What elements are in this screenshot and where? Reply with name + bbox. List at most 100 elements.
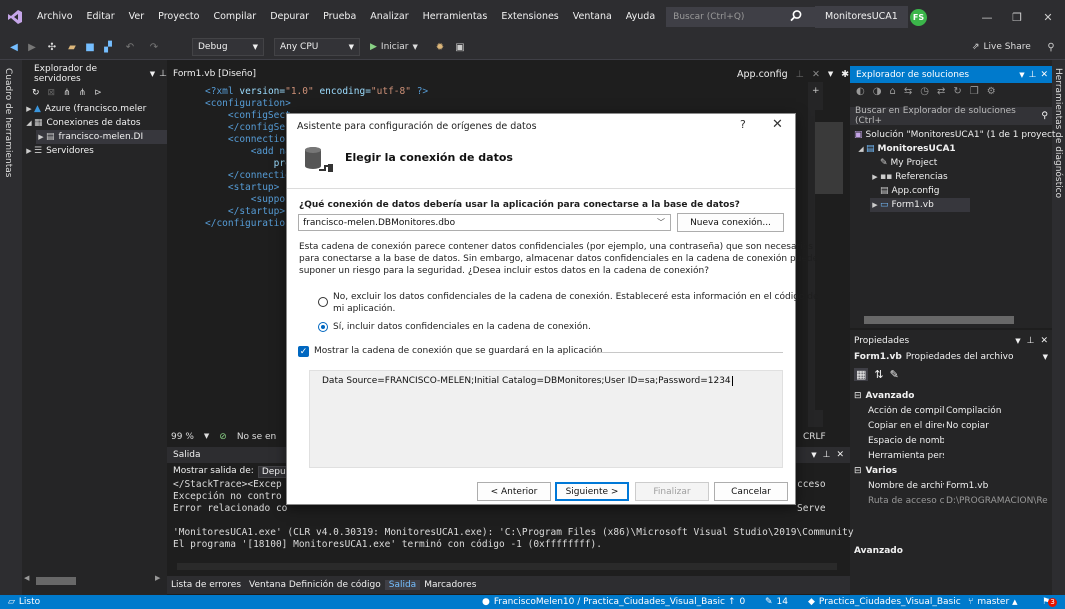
close-icon[interactable]: ✕ xyxy=(1040,336,1048,346)
code-line-10[interactable]: <suppor xyxy=(205,194,291,206)
back-icon[interactable]: ◐ xyxy=(856,86,865,97)
pin-icon[interactable]: ⊥ xyxy=(1027,336,1035,346)
code-line-7[interactable]: prov xyxy=(205,158,297,170)
property-pages-icon[interactable]: ✎ xyxy=(890,368,899,381)
redo-icon[interactable]: ↷ xyxy=(146,39,162,55)
pin-icon[interactable]: ⊥ xyxy=(1029,70,1037,80)
category-varios[interactable]: ⊟ Varios xyxy=(850,464,1052,478)
editor-minimap[interactable] xyxy=(815,110,845,410)
menu-herramientas[interactable]: Herramientas xyxy=(416,0,495,34)
chevron-down-icon[interactable]: ▼ xyxy=(150,70,155,78)
close-icon[interactable]: ✕ xyxy=(812,69,820,80)
new-connection-button[interactable]: Nueva conexión... xyxy=(677,213,784,232)
property-row[interactable]: Nombre de archivoForm1.vb xyxy=(850,479,1052,493)
live-share-button[interactable]: ⇗ Live Share xyxy=(972,39,1031,55)
finish-button[interactable]: Finalizar xyxy=(635,482,709,501)
start-button[interactable]: ▶ Iniciar ▼ xyxy=(370,39,418,55)
horizontal-scrollbar[interactable] xyxy=(864,316,1014,324)
pin-icon[interactable]: ⊥ xyxy=(159,69,167,79)
tree-item-form1[interactable]: ▶ ▭ Form1.vb xyxy=(870,198,970,212)
property-row[interactable]: Espacio de nombres xyxy=(850,434,1052,448)
connection-string-box[interactable]: Data Source=FRANCISCO-MELEN;Initial Cata… xyxy=(309,370,783,468)
solution-search-input[interactable]: Buscar en Explorador de soluciones (Ctrl… xyxy=(850,106,1052,126)
tree-item-references[interactable]: ▶ ▪▪ Referencias xyxy=(870,170,947,184)
code-line-3[interactable]: <configSect xyxy=(205,110,291,122)
menu-editar[interactable]: Editar xyxy=(80,0,122,34)
copy-icon[interactable]: ❐ xyxy=(970,86,979,97)
save-all-icon[interactable]: ▞ xyxy=(100,39,116,55)
code-line-4[interactable]: </configSect xyxy=(205,122,297,134)
menu-prueba[interactable]: Prueba xyxy=(316,0,363,34)
forward-icon[interactable]: ▶ xyxy=(24,39,40,55)
categorized-icon[interactable]: ▦ xyxy=(854,368,869,381)
back-button[interactable]: < Anterior xyxy=(477,482,551,501)
connect-db-icon[interactable]: ⋔ xyxy=(63,88,71,98)
zoom-level[interactable]: 99 % xyxy=(171,432,194,442)
property-row[interactable]: Ruta de acceso comD:\PROGRAMACION\Re xyxy=(850,494,1052,508)
tab-code-definition[interactable]: Ventana Definición de código xyxy=(245,580,385,590)
menu-extensiones[interactable]: Extensiones xyxy=(494,0,565,34)
tree-item-project[interactable]: ◢ ▤ MonitoresUCA1 xyxy=(856,142,955,156)
new-project-icon[interactable]: ✣ xyxy=(44,39,60,55)
cancel-button[interactable]: Cancelar xyxy=(714,482,788,501)
code-line-9[interactable]: <startup> xyxy=(205,182,279,194)
refresh-icon[interactable]: ↻ xyxy=(32,88,40,98)
code-line-6[interactable]: <add nam xyxy=(205,146,297,158)
tree-item-connection[interactable]: ▶ ▤ francisco-melen.DI xyxy=(36,130,167,144)
chevron-down-icon[interactable]: ▼ xyxy=(1015,337,1020,345)
menu-ver[interactable]: Ver xyxy=(122,0,152,34)
category-avanzado[interactable]: ⊟ Avanzado xyxy=(850,389,1052,403)
tab-form1-design[interactable]: Form1.vb [Diseño] xyxy=(167,66,256,82)
scroll-right-icon[interactable]: ▶ xyxy=(155,574,160,582)
gear-icon[interactable]: ✱ xyxy=(841,69,849,80)
tree-item-data-connections[interactable]: ◢ ▦ Conexiones de datos xyxy=(24,116,140,130)
menu-analizar[interactable]: Analizar xyxy=(363,0,415,34)
stop-icon[interactable]: ⊠ xyxy=(48,88,56,98)
tree-item-solution[interactable]: ▣ Solución "MonitoresUCA1" (1 de 1 proyec… xyxy=(854,128,1055,142)
minimap-viewport[interactable] xyxy=(815,122,843,194)
switch-views-icon[interactable]: ⇆ xyxy=(904,86,912,97)
scroll-left-icon[interactable]: ◀ xyxy=(24,574,29,582)
option-exclude-label[interactable]: No, excluir los datos confidenciales de … xyxy=(333,292,819,302)
properties-subject[interactable]: Form1.vb Propiedades del archivo ▼ xyxy=(850,350,1052,364)
tab-app-config[interactable]: App.config ⊥ ✕ ▼ ✱ xyxy=(737,66,849,82)
menu-ayuda[interactable]: Ayuda xyxy=(619,0,662,34)
home-icon[interactable]: ⌂ xyxy=(889,86,895,97)
toolbox-strip[interactable]: Cuadro de herramientas xyxy=(0,60,22,595)
menu-archivo[interactable]: Archivo xyxy=(30,0,80,34)
close-icon[interactable]: ✕ xyxy=(1040,70,1048,80)
output-horizontal-scrollbar[interactable] xyxy=(177,563,837,570)
menu-depurar[interactable]: Depurar xyxy=(263,0,316,34)
property-row[interactable]: Acción de compilacCompilación xyxy=(850,404,1052,418)
close-icon[interactable]: ✕ xyxy=(836,450,844,460)
alphabetical-icon[interactable]: ⇅ xyxy=(874,368,883,381)
search-icon[interactable] xyxy=(789,9,803,23)
code-line-12[interactable]: </configuration> xyxy=(205,218,297,230)
pin-icon[interactable]: ⊥ xyxy=(823,450,831,460)
save-icon[interactable]: ■ xyxy=(82,39,98,55)
code-line-2[interactable]: <configuration> xyxy=(205,98,291,110)
code-line-1[interactable]: <?xml version="1.0" encoding="utf-8" ?> xyxy=(205,86,428,98)
menu-compilar[interactable]: Compilar xyxy=(206,0,263,34)
configuration-combo[interactable]: Debug ▼ xyxy=(192,38,264,56)
tab-bookmarks[interactable]: Marcadores xyxy=(420,580,480,590)
properties-icon[interactable]: ⚙ xyxy=(987,86,996,97)
platform-combo[interactable]: Any CPU ▼ xyxy=(274,38,360,56)
code-line-5[interactable]: <connection xyxy=(205,134,291,146)
chevron-down-icon[interactable]: ▼ xyxy=(1019,71,1024,79)
tab-output[interactable]: Salida xyxy=(384,580,421,590)
radio-include-sensitive[interactable] xyxy=(318,322,328,332)
code-line-11[interactable]: </startup> xyxy=(205,206,285,218)
repository-project[interactable]: ◆ Practica_Ciudades_Visual_Basic xyxy=(808,595,961,609)
search-icon[interactable]: ⚲ xyxy=(1041,111,1048,121)
chevron-down-icon[interactable]: ▼ xyxy=(204,432,209,442)
property-row[interactable]: Copiar en el directoNo copiar xyxy=(850,419,1052,433)
search-box[interactable]: Buscar (Ctrl+Q) xyxy=(666,7,837,27)
pin-icon[interactable]: ⊥ xyxy=(796,69,804,80)
menu-ventana[interactable]: Ventana xyxy=(566,0,619,34)
show-connection-string-label[interactable]: Mostrar la cadena de conexión que se gua… xyxy=(314,346,603,356)
history-icon[interactable]: ◷ xyxy=(920,86,929,97)
chevron-down-icon[interactable]: ▼ xyxy=(1043,353,1048,361)
connect-server-icon[interactable]: ⋔ xyxy=(79,88,87,98)
feedback-icon[interactable]: ⚲ xyxy=(1043,39,1059,55)
